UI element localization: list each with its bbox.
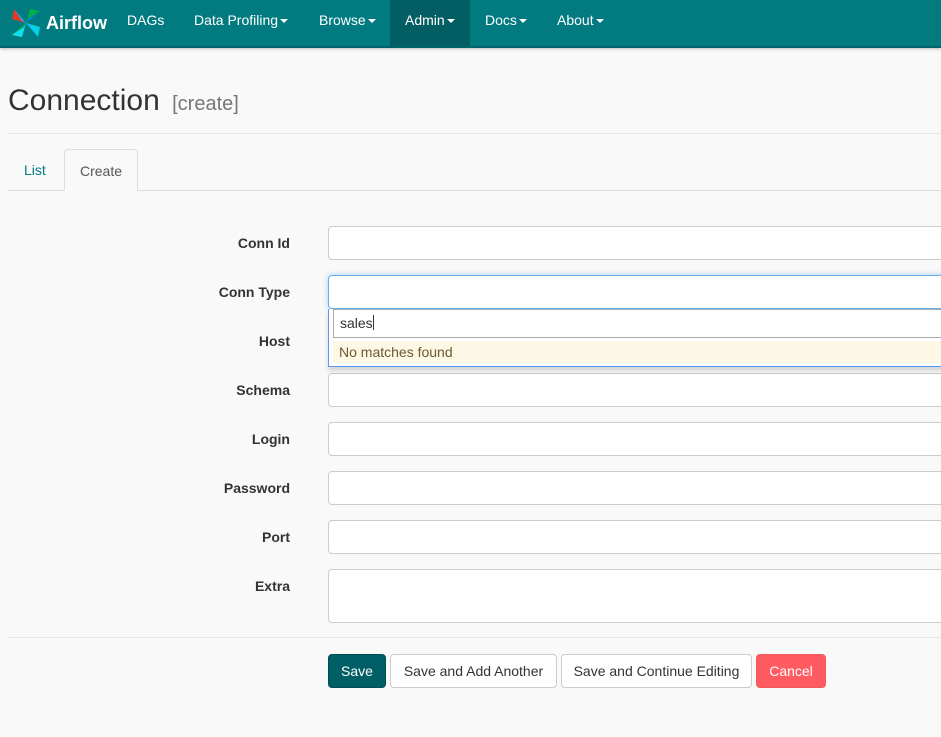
caret-down-icon xyxy=(446,19,455,24)
tabs-border xyxy=(8,190,941,191)
nav-data-profiling[interactable]: Data Profiling xyxy=(179,0,303,46)
text-cursor xyxy=(372,315,374,330)
host-label: Host xyxy=(258,333,290,349)
airflow-pinwheel-icon xyxy=(12,9,40,37)
nav-browse[interactable]: Browse xyxy=(304,0,391,46)
caret-down-icon xyxy=(518,19,527,24)
port-input[interactable] xyxy=(328,520,941,554)
tab-list[interactable]: List xyxy=(9,149,61,191)
divider xyxy=(8,133,941,134)
conn-type-select[interactable] xyxy=(328,275,941,309)
nav-about[interactable]: About xyxy=(542,0,619,46)
password-label: Password xyxy=(223,480,290,496)
nav-dags[interactable]: DAGs xyxy=(112,0,179,46)
airflow-brand-link[interactable]: Airflow xyxy=(10,4,107,42)
caret-down-icon xyxy=(595,19,604,24)
cancel-button[interactable]: Cancel xyxy=(756,654,826,688)
password-input[interactable] xyxy=(328,471,941,505)
nav-admin[interactable]: Admin xyxy=(390,0,470,46)
page-title: Connection [create] xyxy=(8,84,239,117)
conn-id-input[interactable] xyxy=(328,226,941,260)
page-subtitle: [create] xyxy=(172,93,239,115)
conn-type-dropdown: sales No matches found xyxy=(328,309,941,367)
extra-label: Extra xyxy=(254,578,290,594)
caret-down-icon xyxy=(367,19,376,24)
conn-type-search-input[interactable]: sales xyxy=(333,309,941,338)
top-navbar: Airflow DAGs Data Profiling Browse Admin… xyxy=(0,0,941,48)
tab-create[interactable]: Create xyxy=(64,149,138,191)
port-label: Port xyxy=(262,529,290,545)
save-button[interactable]: Save xyxy=(328,654,386,688)
no-matches-message: No matches found xyxy=(333,341,941,363)
login-input[interactable] xyxy=(328,422,941,456)
nav-docs[interactable]: Docs xyxy=(470,0,542,46)
extra-textarea[interactable] xyxy=(328,569,941,623)
schema-label: Schema xyxy=(236,382,290,398)
brand-label: Airflow xyxy=(46,12,107,33)
conn-id-label: Conn Id xyxy=(237,235,290,251)
login-label: Login xyxy=(251,431,290,447)
divider xyxy=(8,637,941,638)
save-and-continue-button[interactable]: Save and Continue Editing xyxy=(561,654,752,688)
conn-type-label: Conn Type xyxy=(218,284,290,300)
save-and-add-another-button[interactable]: Save and Add Another xyxy=(390,654,557,688)
schema-input[interactable] xyxy=(328,373,941,407)
caret-down-icon xyxy=(280,19,289,24)
